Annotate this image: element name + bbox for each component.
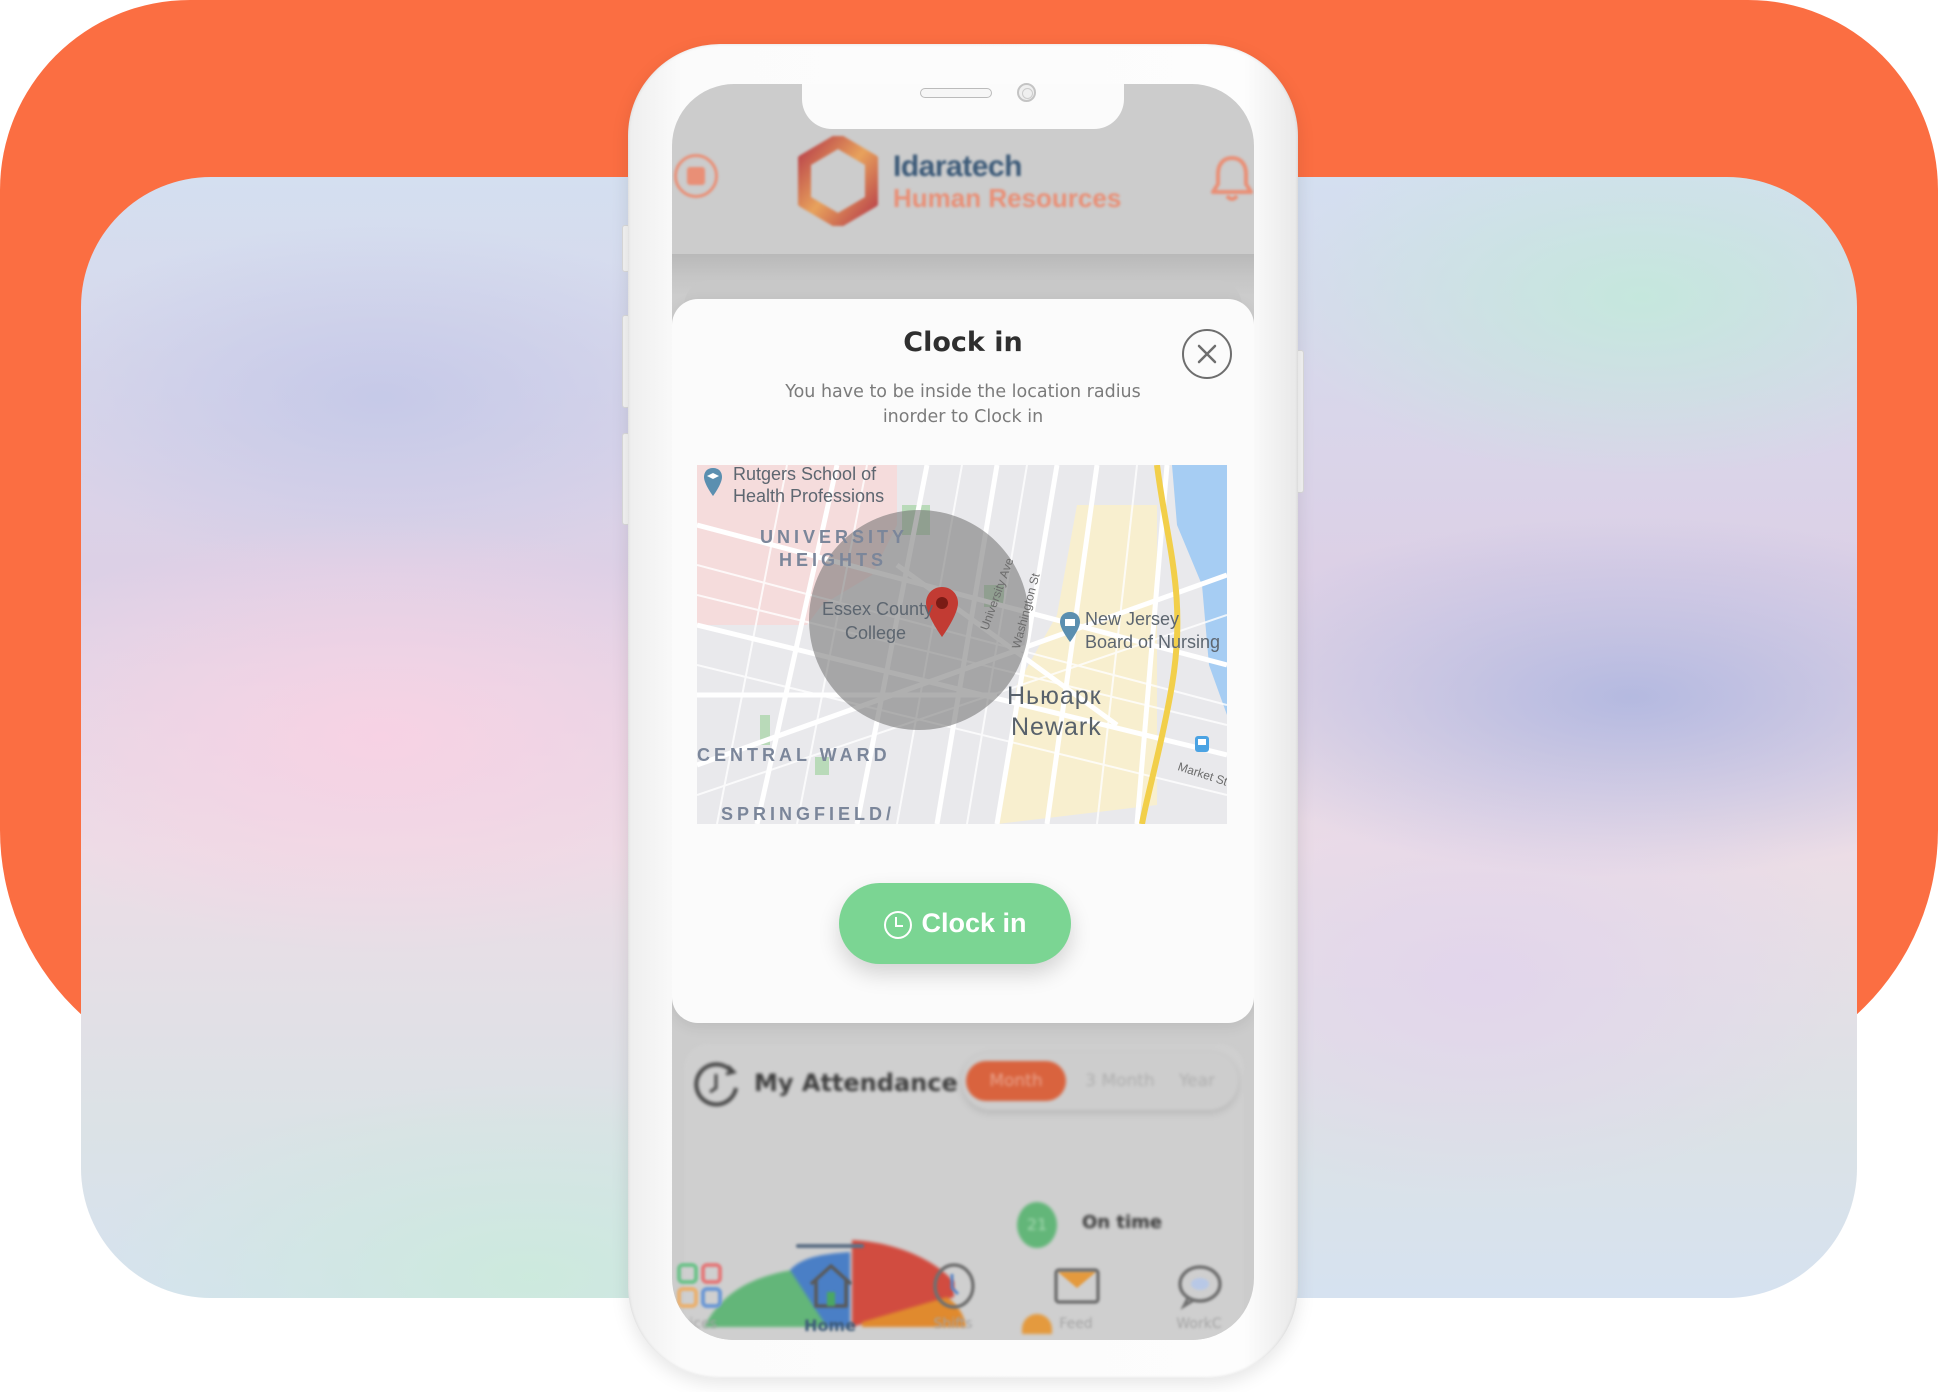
map-label-city-en: Newark xyxy=(1011,713,1102,741)
modal-description: You have to be inside the location radiu… xyxy=(785,382,1141,427)
map-label-rutgers-text: Rutgers School of Health Professions xyxy=(733,465,885,506)
nav-item-feed[interactable]: Feed xyxy=(1021,1254,1131,1340)
modal-title: Clock in xyxy=(903,327,1023,358)
location-map[interactable]: Rutgers School of Health Professions UNI… xyxy=(697,465,1227,824)
map-label-city-ru: Ньюарк xyxy=(1007,682,1102,710)
clock-in-button-label: Clock in xyxy=(921,908,1027,938)
idaratech-logo-icon xyxy=(798,136,878,226)
clock-icon xyxy=(884,910,913,939)
nav-item-shifts[interactable]: Shifts xyxy=(898,1254,1008,1340)
period-tabs: Month 3 Month Year xyxy=(962,1052,1238,1110)
tab-month[interactable]: Month xyxy=(966,1061,1066,1101)
attendance-clock-icon xyxy=(694,1062,738,1107)
attendance-title: My Attendance xyxy=(754,1069,958,1097)
brand-name: Idaratech xyxy=(893,150,1022,183)
transit-station-icon xyxy=(1195,736,1209,752)
nav-label-home: Home xyxy=(804,1316,856,1335)
clock-in-modal: Clock in You have to be inside the locat… xyxy=(672,299,1254,1023)
phone-speaker xyxy=(920,88,992,98)
phone-frame: Idaratech Human Resources Clock in You h… xyxy=(628,44,1298,1378)
nav-label-services: vices xyxy=(681,1316,717,1332)
map-label-rutgers: Rutgers School of Health Professions xyxy=(733,465,893,507)
map-label-nj-board-2: Board of Nursing xyxy=(1085,632,1221,652)
brand-wordmark: Idaratech Human Resources xyxy=(893,150,1122,213)
map-label-essex-2: College xyxy=(845,623,907,643)
map-label-university-heights-1: UNIVERSITY xyxy=(760,527,909,547)
map-label-central-ward: CENTRAL WARD xyxy=(697,745,891,765)
nav-label-shifts: Shifts xyxy=(933,1316,973,1332)
tab-year[interactable]: Year xyxy=(1167,1061,1227,1101)
legend-count-on-time: 21 xyxy=(1017,1202,1057,1248)
clock-icon xyxy=(933,1263,975,1309)
app-header: Idaratech Human Resources xyxy=(672,124,1254,254)
clock-in-button[interactable]: Clock in xyxy=(839,883,1071,964)
map-label-nj-board-1: New Jersey xyxy=(1085,609,1180,629)
map-label-university-heights-2: HEIGHTS xyxy=(779,550,888,570)
nav-item-workchat[interactable]: WorkC xyxy=(1144,1254,1254,1340)
university-poi-icon xyxy=(704,468,722,496)
nav-item-home[interactable]: Home xyxy=(775,1254,885,1340)
nav-item-services[interactable]: vices xyxy=(672,1254,754,1340)
tab-3-month[interactable]: 3 Month xyxy=(1080,1061,1160,1101)
close-icon xyxy=(1197,344,1217,364)
nav-label-feed: Feed xyxy=(1059,1316,1093,1332)
map-label-springfield: SPRINGFIELD/ xyxy=(721,804,896,824)
map-label-essex-1: Essex County xyxy=(822,599,934,619)
active-tab-indicator xyxy=(796,1244,864,1248)
brand-subtitle: Human Resources xyxy=(893,183,1122,213)
phone-screen: Idaratech Human Resources Clock in You h… xyxy=(672,84,1254,1340)
phone-camera xyxy=(1017,83,1036,102)
chat-bubble-icon xyxy=(1178,1265,1222,1310)
government-poi-icon xyxy=(1060,612,1080,642)
nav-label-workchat: WorkC xyxy=(1176,1316,1222,1332)
envelope-icon xyxy=(1054,1268,1100,1304)
bell-icon[interactable] xyxy=(1210,152,1254,204)
bottom-nav: vices Home Shifts Feed WorkC xyxy=(672,1244,1254,1340)
legend-label-on-time: On time xyxy=(1082,1212,1163,1233)
home-icon xyxy=(809,1264,853,1308)
menu-circle-icon[interactable] xyxy=(674,154,718,198)
close-button[interactable] xyxy=(1182,329,1232,379)
services-grid-icon xyxy=(677,1263,722,1308)
